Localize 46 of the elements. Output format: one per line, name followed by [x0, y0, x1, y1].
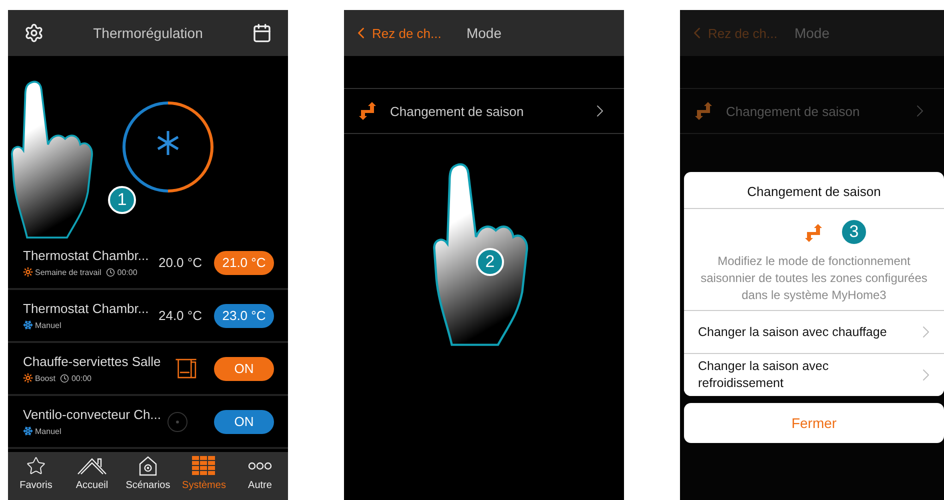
tab-item[interactable]: Scénarios — [120, 452, 176, 500]
tab-item[interactable]: Systèmes — [176, 452, 232, 500]
setpoint-button[interactable]: ON — [214, 410, 274, 434]
grid-icon — [192, 456, 216, 476]
device-row[interactable]: Ventilo-convecteur Ch... Manuel ON — [8, 396, 288, 449]
tab-item[interactable]: Autre — [232, 452, 288, 500]
swap-arrows-icon — [804, 223, 824, 243]
device-mode: Boost — [35, 374, 56, 382]
device-row[interactable]: Thermostat Chambr... Semaine de travail 00:00 20.0 °C 21.0 °C — [8, 237, 288, 290]
device-mode: Manuel — [35, 320, 62, 330]
device-name: Thermostat Chambr... — [23, 248, 149, 264]
clock-icon — [60, 374, 70, 382]
screen-title: Mode — [466, 25, 502, 41]
house-gear-icon — [138, 456, 158, 476]
step-number: 1 — [108, 186, 136, 214]
house-icon — [77, 456, 107, 476]
temperature-reading: 20.0 °C — [158, 255, 202, 270]
tab-item[interactable]: Accueil — [64, 452, 120, 500]
clock-icon — [106, 268, 116, 276]
swap-arrows-icon — [694, 101, 714, 121]
settings-button[interactable] — [24, 23, 44, 43]
device-row[interactable]: Thermostat Chambr... Manuel 24.0 °C 23.0 °C — [8, 290, 288, 343]
calendar-button[interactable] — [252, 23, 272, 43]
screen-title: Thermorégulation — [93, 25, 203, 41]
star-icon — [26, 456, 46, 476]
setpoint-button[interactable]: 23.0 °C — [214, 304, 274, 328]
schedule-time: 00:00 — [117, 268, 138, 276]
tab-item[interactable]: Favoris — [8, 452, 64, 500]
dialog-title: Changement de saison — [684, 172, 944, 209]
menu-label: Changement de saison — [726, 104, 861, 118]
schedule-time: 00:00 — [71, 374, 92, 382]
fan-icon — [167, 410, 188, 432]
temperature-reading: 24.0 °C — [158, 308, 202, 323]
device-name: Ventilo-convecteur Ch... — [23, 407, 162, 423]
device-name: Chauffe-serviettes Salle — [23, 354, 161, 370]
device-name: Thermostat Chambr... — [23, 301, 149, 317]
device-row[interactable]: Chauffe-serviettes Salle Boost 00:00 ON — [8, 343, 288, 396]
screen-title: Mode — [794, 25, 830, 41]
device-mode: Manuel — [35, 426, 62, 436]
swap-arrows-icon — [358, 101, 378, 121]
menu-label: Changement de saison — [390, 104, 525, 118]
menu-row[interactable]: Changement de saison — [344, 88, 624, 134]
dialog-description: Modifiez le mode de fonctionnement saisonnier de toutes les zones configurées dans le système MyHome3 — [700, 253, 928, 304]
device-mode: Semaine de travail — [35, 268, 102, 276]
back-button[interactable]: Rez de ch... — [352, 24, 442, 42]
dialog-option[interactable]: Changer la saison avec refroidissement — [684, 353, 944, 396]
